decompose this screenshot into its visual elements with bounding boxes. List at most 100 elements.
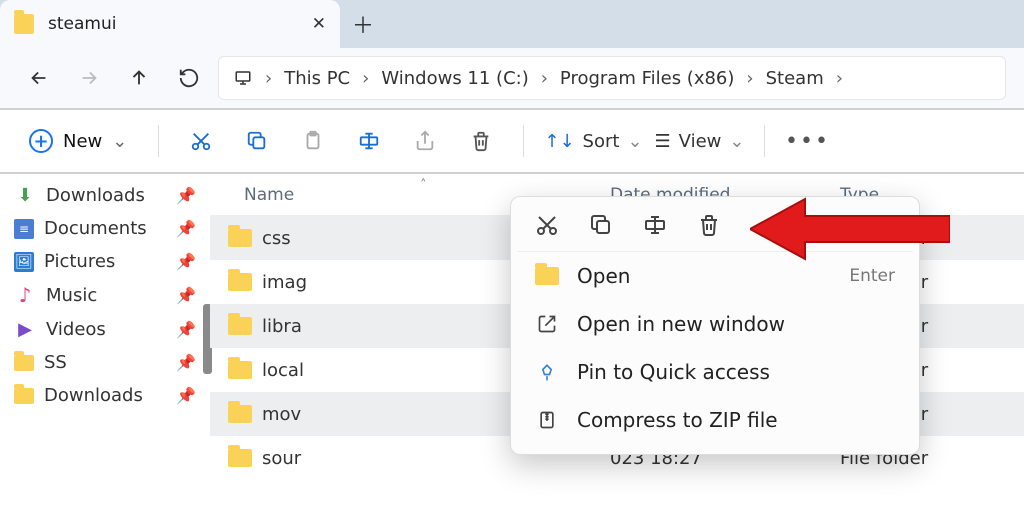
folder-icon	[228, 317, 252, 335]
folder-icon	[535, 267, 559, 285]
chevron-right-icon: ›	[263, 68, 274, 89]
back-button[interactable]	[18, 57, 60, 99]
close-icon[interactable]: ✕	[312, 14, 326, 34]
tab-active[interactable]: steamui ✕	[0, 0, 340, 48]
context-label: Pin to Quick access	[577, 360, 770, 384]
pin-icon: 📌	[176, 252, 196, 271]
new-button[interactable]: + New ⌄	[18, 122, 138, 160]
view-button[interactable]: ☰ View ⌄	[655, 131, 745, 152]
context-open[interactable]: Open Enter	[517, 252, 913, 300]
sidebar-item-label: Downloads	[44, 385, 143, 406]
crumb-this-pc[interactable]: This PC	[276, 64, 358, 93]
pin-icon: 📌	[176, 186, 196, 205]
file-name: mov	[262, 404, 301, 425]
new-tab-button[interactable]: ＋	[340, 0, 386, 48]
chevron-right-icon: ›	[744, 68, 755, 89]
folder-icon	[228, 405, 252, 423]
tab-title: steamui	[48, 14, 298, 34]
sidebar-item-label: Downloads	[46, 185, 145, 206]
pc-icon[interactable]	[225, 65, 261, 91]
view-icon: ☰	[655, 131, 671, 152]
sidebar: ⬇Downloads📌 ≡Documents📌 🖼Pictures📌 ♪Musi…	[0, 174, 210, 512]
crumb-steam[interactable]: Steam	[758, 64, 832, 93]
file-list: Name˄ Date modified Type css023 18:27Fil…	[210, 174, 1024, 512]
context-menu: Open Enter Open in new window Pin to Qui…	[510, 196, 920, 455]
pin-icon: 📌	[176, 320, 196, 339]
cut-icon[interactable]	[179, 119, 223, 163]
divider	[523, 125, 524, 157]
share-icon[interactable]	[403, 119, 447, 163]
context-open-new-window[interactable]: Open in new window	[517, 300, 913, 348]
file-name: local	[262, 360, 304, 381]
sidebar-item-downloads[interactable]: ⬇Downloads📌	[0, 178, 210, 212]
folder-icon	[228, 229, 252, 247]
sidebar-item-label: Documents	[44, 218, 147, 239]
sidebar-item-label: Videos	[46, 319, 106, 340]
more-button[interactable]: •••	[785, 119, 829, 163]
up-button[interactable]	[118, 57, 160, 99]
divider	[158, 125, 159, 157]
delete-icon[interactable]	[697, 213, 721, 237]
folder-icon	[228, 449, 252, 467]
sort-button[interactable]: ↑↓ Sort ⌄	[544, 131, 642, 152]
sidebar-item-label: SS	[44, 352, 67, 373]
music-icon: ♪	[14, 284, 36, 306]
context-pin-quick-access[interactable]: Pin to Quick access	[517, 348, 913, 396]
context-label: Compress to ZIP file	[577, 408, 778, 432]
copy-icon[interactable]	[589, 213, 613, 237]
folder-icon	[228, 273, 252, 291]
copy-icon[interactable]	[235, 119, 279, 163]
rename-icon[interactable]	[347, 119, 391, 163]
sidebar-item-pictures[interactable]: 🖼 Pictures 📌	[0, 245, 210, 278]
forward-button[interactable]	[68, 57, 110, 99]
view-label: View	[679, 131, 722, 152]
video-icon: ▶	[14, 318, 36, 340]
sidebar-item-label: Pictures	[44, 251, 115, 272]
sidebar-item-label: Music	[46, 285, 97, 306]
paste-icon[interactable]	[291, 119, 335, 163]
shortcut-label: Enter	[849, 266, 895, 286]
new-label: New	[63, 131, 102, 152]
folder-icon	[228, 361, 252, 379]
context-label: Open	[577, 264, 630, 288]
chevron-down-icon: ⌄	[627, 131, 642, 152]
folder-icon	[14, 388, 34, 404]
context-toolbar	[517, 207, 913, 252]
sort-icon: ↑↓	[544, 131, 574, 152]
divider	[764, 125, 765, 157]
context-compress-zip[interactable]: Compress to ZIP file	[517, 396, 913, 444]
sidebar-item-ss[interactable]: SS📌	[0, 346, 210, 379]
folder-icon	[14, 355, 34, 371]
file-name: sour	[262, 448, 301, 469]
crumb-program-files[interactable]: Program Files (x86)	[552, 64, 743, 93]
pictures-icon: 🖼	[14, 252, 34, 272]
plus-icon: +	[29, 129, 53, 153]
sidebar-item-downloads-folder[interactable]: Downloads 📌	[0, 379, 210, 412]
cut-icon[interactable]	[535, 213, 559, 237]
pin-icon: 📌	[176, 286, 196, 305]
chevron-right-icon: ›	[539, 68, 550, 89]
refresh-button[interactable]	[168, 57, 210, 99]
pin-icon	[535, 362, 559, 382]
content-pane: ⬇Downloads📌 ≡Documents📌 🖼Pictures📌 ♪Musi…	[0, 172, 1024, 512]
folder-icon	[14, 14, 34, 34]
breadcrumb[interactable]: › This PC › Windows 11 (C:) › Program Fi…	[218, 56, 1006, 100]
address-bar: › This PC › Windows 11 (C:) › Program Fi…	[0, 48, 1024, 108]
chevron-down-icon: ⌄	[112, 131, 127, 152]
open-external-icon	[535, 314, 559, 334]
toolbar: + New ⌄ ↑↓ Sort ⌄ ☰ View ⌄ •••	[0, 108, 1024, 172]
sidebar-item-videos[interactable]: ▶ Videos 📌	[0, 312, 210, 346]
rename-icon[interactable]	[643, 213, 667, 237]
context-label: Open in new window	[577, 312, 785, 336]
document-icon: ≡	[14, 219, 34, 239]
sidebar-item-documents[interactable]: ≡ Documents 📌	[0, 212, 210, 245]
crumb-drive-c[interactable]: Windows 11 (C:)	[373, 64, 536, 93]
zip-icon	[535, 410, 559, 430]
pin-icon: 📌	[176, 219, 196, 238]
sidebar-item-music[interactable]: ♪ Music 📌	[0, 278, 210, 312]
sort-asc-icon: ˄	[420, 178, 427, 193]
title-bar: steamui ✕ ＋	[0, 0, 1024, 48]
file-name: libra	[262, 316, 302, 337]
delete-icon[interactable]	[459, 119, 503, 163]
pin-icon: 📌	[176, 386, 196, 405]
